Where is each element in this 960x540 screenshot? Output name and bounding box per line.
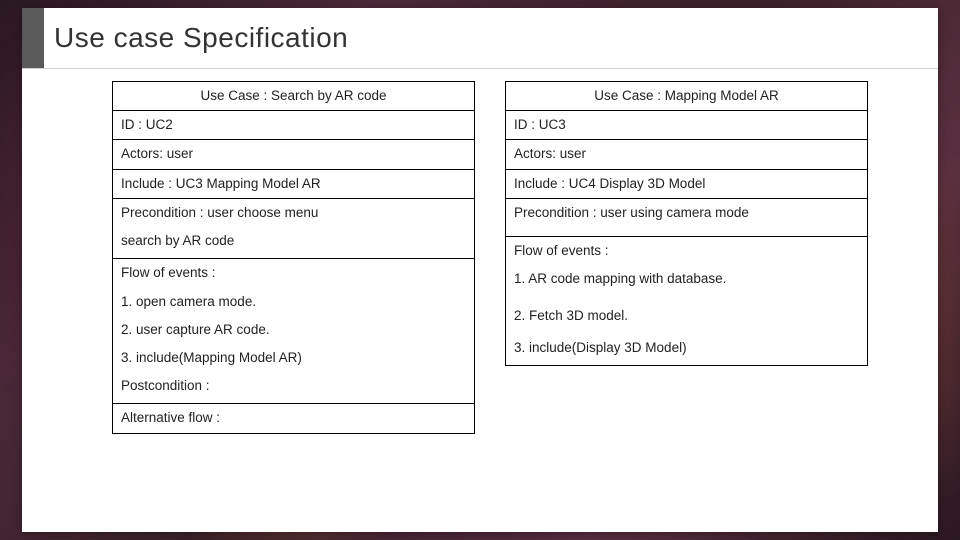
uc3-flow-label: Flow of events :: [514, 242, 859, 260]
slide-header: Use case Specification: [22, 8, 938, 69]
uc2-altflow: Alternative flow :: [113, 404, 475, 433]
uc3-flow: Flow of events : 1. AR code mapping with…: [506, 237, 868, 366]
uc3-id: ID : UC3: [506, 111, 868, 140]
header-accent-bar: [22, 8, 44, 68]
uc2-precond-line2: search by AR code: [121, 232, 466, 250]
uc2-id: ID : UC2: [113, 111, 475, 140]
uc3-flow-step1: 1. AR code mapping with database.: [514, 270, 859, 288]
uc2-header: Use Case : Search by AR code: [113, 82, 475, 111]
uc2-precondition: Precondition : user choose menu search b…: [113, 198, 475, 258]
usecase-left-column: Use Case : Search by AR code ID : UC2 Ac…: [112, 81, 475, 434]
uc2-precond-line1: Precondition : user choose menu: [121, 204, 466, 222]
usecase-right-column: Use Case : Mapping Model AR ID : UC3 Act…: [505, 81, 868, 434]
uc3-include: Include : UC4 Display 3D Model: [506, 169, 868, 198]
page-title: Use case Specification: [44, 8, 362, 68]
uc2-flow-step1: 1. open camera mode.: [121, 293, 466, 311]
uc2-flow-step3: 3. include(Mapping Model AR): [121, 349, 466, 367]
uc3-flow-step3: 3. include(Display 3D Model): [514, 339, 859, 357]
content-area: Use Case : Search by AR code ID : UC2 Ac…: [22, 69, 938, 444]
uc2-flow-label: Flow of events :: [121, 264, 466, 282]
uc2-actors: Actors: user: [113, 140, 475, 169]
uc2-include: Include : UC3 Mapping Model AR: [113, 169, 475, 198]
uc3-actors: Actors: user: [506, 140, 868, 169]
uc2-flow-step2: 2. user capture AR code.: [121, 321, 466, 339]
uc2-postcondition: Postcondition :: [121, 377, 466, 395]
uc3-flow-step2: 2. Fetch 3D model.: [514, 307, 859, 325]
usecase-table-uc3: Use Case : Mapping Model AR ID : UC3 Act…: [505, 81, 868, 366]
usecase-table-uc2: Use Case : Search by AR code ID : UC2 Ac…: [112, 81, 475, 434]
uc3-precondition: Precondition : user using camera mode: [506, 198, 868, 236]
slide: Use case Specification Use Case : Search…: [22, 8, 938, 532]
uc3-header: Use Case : Mapping Model AR: [506, 82, 868, 111]
uc2-flow: Flow of events : 1. open camera mode. 2.…: [113, 259, 475, 404]
